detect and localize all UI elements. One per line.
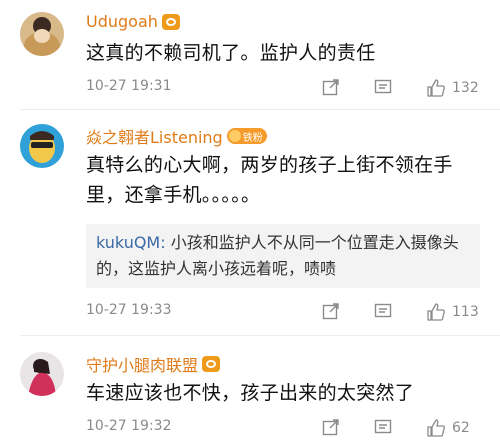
comment-meta: 10-27 19:33 113 <box>86 302 486 324</box>
comment-button[interactable] <box>374 78 392 96</box>
username-text[interactable]: 守护小腿肉联盟 <box>86 352 198 376</box>
like-button[interactable]: 113 <box>426 302 479 322</box>
like-button[interactable]: 62 <box>426 418 470 438</box>
vip-badge-icon <box>202 356 221 372</box>
badge-label: 铁粉 <box>242 132 263 144</box>
quoted-reply[interactable]: kukuQM: 小孩和监护人不从同一个位置走入摄像头的，这监护人离小孩远着呢，啧… <box>86 224 480 288</box>
avatar[interactable] <box>20 352 64 396</box>
comment-text: 车速应该也不快，孩子出来的太突然了 <box>86 382 415 404</box>
share-icon <box>322 419 339 436</box>
timestamp: 10-27 19:32 <box>86 418 172 434</box>
like-icon <box>427 79 445 97</box>
comment-item: 焱之翱者Listening 铁粉 真特么的心大啊，两岁的孩子上街不领在手里，还拿… <box>0 110 500 338</box>
share-button[interactable] <box>322 78 340 96</box>
avatar[interactable] <box>20 124 64 168</box>
timestamp: 10-27 19:33 <box>86 302 172 318</box>
share-button[interactable] <box>322 418 340 436</box>
comment-item: 守护小腿肉联盟 车速应该也不快，孩子出来的太突然了 10-27 19:32 62 <box>0 338 500 446</box>
comment-icon <box>374 419 392 434</box>
comment-meta: 10-27 19:31 132 <box>86 78 486 100</box>
vip-badge-icon: 铁粉 <box>226 128 267 144</box>
timestamp: 10-27 19:31 <box>86 78 172 94</box>
vip-badge-icon <box>161 13 180 30</box>
username-text[interactable]: Udugoah <box>86 12 158 31</box>
like-icon <box>427 419 445 437</box>
comment-icon <box>374 79 392 94</box>
avatar[interactable] <box>20 12 64 56</box>
share-icon <box>322 303 339 320</box>
comment-icon <box>374 303 392 318</box>
comment-button[interactable] <box>374 302 392 320</box>
comment-meta: 10-27 19:32 62 <box>86 418 486 440</box>
username[interactable]: 守护小腿肉联盟 <box>86 352 221 376</box>
like-icon <box>427 303 445 321</box>
comment-text: 这真的不赖司机了。监护人的责任 <box>86 42 376 64</box>
username[interactable]: 焱之翱者Listening 铁粉 <box>86 124 267 148</box>
comment-text: 真特么的心大啊，两岁的孩子上街不领在手里，还拿手机。。。。。 <box>86 154 453 206</box>
like-count: 113 <box>452 304 479 320</box>
reply-username[interactable]: kukuQM: <box>96 233 166 252</box>
like-count: 62 <box>452 420 470 436</box>
share-icon <box>322 79 339 96</box>
like-count: 132 <box>452 80 479 96</box>
like-button[interactable]: 132 <box>426 78 479 98</box>
share-button[interactable] <box>322 302 340 320</box>
divider <box>20 335 500 336</box>
username-text[interactable]: 焱之翱者Listening <box>86 124 223 148</box>
comment-button[interactable] <box>374 418 392 436</box>
comment-item: Udugoah 这真的不赖司机了。监护人的责任 10-27 19:31 132 <box>0 0 500 110</box>
username[interactable]: Udugoah <box>86 12 180 31</box>
